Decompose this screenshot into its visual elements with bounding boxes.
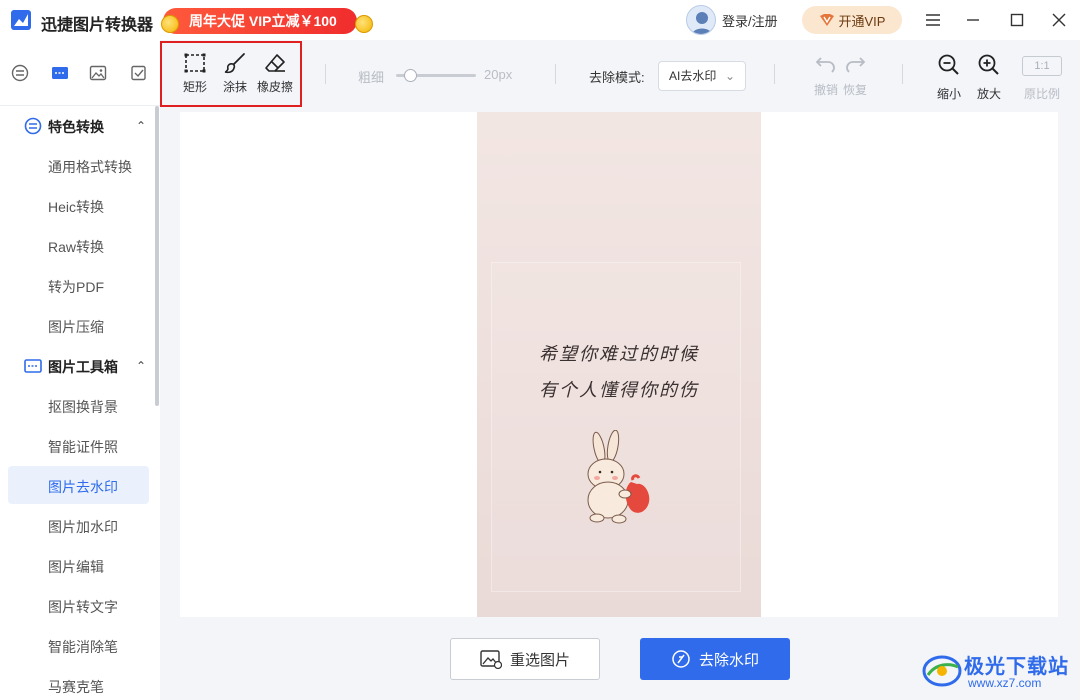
undo-label: 撤销 [813,83,838,97]
title-bar: 迅捷图片转换器 周年大促 VIP立减￥100 登录/注册 开通VIP [0,0,1080,40]
minimize-icon[interactable] [963,10,983,30]
toolbox-icon[interactable] [51,64,69,82]
login-label: 登录/注册 [722,13,778,29]
toolbox-icon [24,359,42,373]
sidebar-item-edit[interactable]: 图片编辑 [8,546,149,584]
original-ratio-button[interactable]: 1:1 [1022,56,1062,76]
sidebar-item-label: 抠图换背景 [48,399,118,415]
sidebar-top-icons [0,40,160,105]
chevron-down-icon: ⌄ [724,69,735,83]
convert-icon[interactable] [11,64,29,82]
promo-banner[interactable]: 周年大促 VIP立减￥100 [163,8,357,34]
sidebar-item-label: 图片编辑 [48,559,104,575]
remove-watermark-icon [672,650,690,668]
sidebar-item-mosaic[interactable]: 马赛克笔 [8,666,149,700]
vip-label: 开通VIP [838,13,886,29]
user-icon [691,12,713,34]
sidebar-group-label: 特色转换 [48,119,104,135]
sidebar-item-label: 马赛克笔 [48,679,104,695]
sidebar-item-label: 通用格式转换 [48,159,132,175]
preview-image[interactable]: 希望你难过的时候 有个人懂得你的伤 [477,112,761,617]
zoom-in-label: 放大 [976,87,1001,101]
remove-watermark-button[interactable]: 去除水印 [640,638,790,680]
site-watermark-url: www.xz7.com [968,676,1042,690]
zoom-out-icon [938,54,959,75]
site-watermark-name: 极光下载站 [964,656,1069,678]
sidebar-item-label: 智能消除笔 [48,639,118,655]
redo-button[interactable]: 恢复 [841,55,869,98]
vip-button[interactable]: 开通VIP [802,6,902,34]
avatar [686,5,716,35]
app-logo-icon [11,10,31,30]
sidebar-item-label: 智能证件照 [48,439,118,455]
sidebar-item-label: Raw转换 [48,239,105,255]
coin-icon [161,15,179,33]
sidebar-item-cutout[interactable]: 抠图换背景 [8,386,149,424]
divider [555,64,556,84]
chevron-up-icon: ⌃ [136,119,147,133]
mode-label: 去除模式: [589,70,645,85]
sidebar-item-eraser-pen[interactable]: 智能消除笔 [8,626,149,664]
sidebar-group-features[interactable]: 特色转换 ⌃ [0,106,160,146]
sidebar-item-label: 图片压缩 [48,319,104,335]
reselect-label: 重选图片 [509,651,570,669]
image-text-line2: 有个人懂得你的伤 [539,380,699,401]
sidebar-item-pdf[interactable]: 转为PDF [8,266,149,304]
sidebar-item-label: 图片去水印 [48,479,118,495]
divider [774,64,775,84]
sidebar-item-label: 图片加水印 [48,519,118,535]
thickness-label: 粗细 [358,70,385,85]
remove-label: 去除水印 [698,651,759,669]
redo-label: 恢复 [842,83,867,97]
close-icon[interactable] [1049,10,1069,30]
app-title: 迅捷图片转换器 [41,17,154,34]
sidebar-item-compress[interactable]: 图片压缩 [8,306,149,344]
sidebar-item-id-photo[interactable]: 智能证件照 [8,426,149,464]
sidebar-item-ocr[interactable]: 图片转文字 [8,586,149,624]
sidebar-item-add-watermark[interactable]: 图片加水印 [8,506,149,544]
bunny-illustration [587,430,650,524]
sidebar-group-label: 图片工具箱 [48,359,118,375]
divider [325,64,326,84]
sidebar-item-heic[interactable]: Heic转换 [8,186,149,224]
sidebar-item-label: Heic转换 [48,199,105,215]
menu-icon[interactable] [923,10,943,30]
image-frame [491,262,741,592]
reselect-image-button[interactable]: 重选图片 [450,638,600,680]
convert-icon [24,117,42,135]
thickness-value: 20px [484,67,513,82]
sidebar: 特色转换 ⌃ 通用格式转换 Heic转换 Raw转换 转为PDF 图片压缩 图片… [0,105,160,700]
tools-highlight-box [160,41,302,107]
mode-value: AI去水印 [669,69,717,83]
checklist-icon[interactable] [130,64,148,82]
divider [902,64,903,84]
image-icon[interactable] [89,64,107,82]
sidebar-item-label: 转为PDF [48,279,104,295]
zoom-out-label: 缩小 [936,87,961,101]
login-button[interactable]: 登录/注册 [686,5,778,35]
redo-icon [846,57,866,73]
image-reselect-icon [480,650,502,669]
undo-button[interactable]: 撤销 [812,55,840,98]
vip-crown-icon [819,14,834,26]
sidebar-group-toolbox[interactable]: 图片工具箱 ⌃ [0,346,160,386]
chevron-up-icon: ⌃ [136,359,147,373]
zoom-out-button[interactable]: 缩小 [932,53,966,102]
sidebar-item-remove-watermark[interactable]: 图片去水印 [8,466,149,504]
coin-icon [355,15,373,33]
image-text-line1: 希望你难过的时候 [539,344,699,365]
zoom-in-button[interactable]: 放大 [972,53,1006,102]
mode-select[interactable]: AI去水印 ⌄ [658,61,746,91]
undo-icon [815,57,835,73]
sidebar-item-label: 图片转文字 [48,599,118,615]
zoom-in-icon [978,54,999,75]
sidebar-item-format-convert[interactable]: 通用格式转换 [8,146,149,184]
maximize-icon[interactable] [1007,10,1027,30]
thickness-slider-thumb[interactable] [404,69,417,82]
original-ratio-label: 原比例 [1024,87,1061,101]
sidebar-item-raw[interactable]: Raw转换 [8,226,149,264]
